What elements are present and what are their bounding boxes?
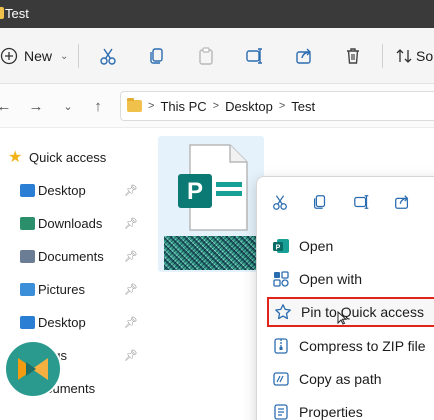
menu-item-properties[interactable]: Properties	[267, 397, 434, 420]
share-icon[interactable]	[391, 191, 413, 213]
folder-icon	[0, 7, 4, 19]
back-arrow-icon[interactable]: ←	[0, 96, 14, 116]
sidebar-item-quick-access[interactable]: ★ Quick access	[0, 142, 142, 172]
chevron-right-icon: >	[278, 100, 286, 112]
pin-icon[interactable]: 📌︎	[124, 250, 138, 263]
copy-icon[interactable]	[309, 191, 331, 213]
pin-icon[interactable]: 📌︎	[124, 184, 138, 197]
plus-circle-icon	[0, 47, 18, 65]
menu-item-label: Open with	[299, 271, 363, 287]
menu-item-label: Copy as path	[299, 371, 382, 387]
sidebar-item-documents[interactable]: Documents 📌︎	[0, 241, 142, 271]
menu-item-pin-to-quick-access[interactable]: Pin to Quick access	[267, 297, 434, 327]
downloads-folder-icon	[20, 216, 35, 230]
chevron-right-icon: >	[212, 100, 220, 112]
sidebar-item-desktop-2[interactable]: Desktop 📌︎	[0, 307, 142, 337]
breadcrumb-desktop[interactable]: Desktop	[225, 99, 273, 114]
chevron-right-icon: >	[148, 100, 155, 112]
properties-icon	[271, 402, 291, 420]
rename-icon[interactable]	[243, 44, 267, 68]
menu-item-open-with[interactable]: Open with	[267, 264, 434, 294]
folder-icon	[127, 98, 142, 112]
menu-item-label: Pin to Quick access	[301, 304, 424, 320]
desktop-folder-icon	[20, 183, 35, 197]
menu-item-compress-zip[interactable]: Compress to ZIP file	[267, 331, 434, 361]
selected-file-item[interactable]: P	[158, 136, 264, 272]
share-icon[interactable]	[292, 44, 316, 68]
menu-item-copy-as-path[interactable]: Copy as path	[267, 364, 434, 394]
sort-button-label: So	[416, 48, 434, 64]
sort-icon	[396, 49, 412, 63]
sidebar-item-label: Downloads	[38, 215, 103, 231]
desktop-folder-icon	[20, 315, 35, 329]
forward-arrow-icon[interactable]: →	[26, 96, 46, 116]
cut-icon[interactable]	[269, 191, 291, 213]
pin-icon[interactable]: 📌︎	[124, 316, 138, 329]
sidebar-item-label: Quick access	[29, 149, 107, 165]
breadcrumb-this-pc[interactable]: This PC	[160, 99, 206, 114]
command-bar: New ⌄ So	[0, 28, 434, 84]
sidebar-item-desktop[interactable]: Desktop 📌︎	[0, 175, 142, 205]
navigation-row: ← → ⌄ ↑ > This PC > Desktop > Test	[0, 84, 434, 128]
star-icon: ★	[8, 149, 23, 166]
rename-icon[interactable]	[351, 191, 373, 213]
pin-icon[interactable]: 📌︎	[124, 349, 138, 362]
copy-icon[interactable]	[145, 44, 169, 68]
watermark-logo	[4, 340, 62, 398]
copy-path-icon	[271, 369, 291, 389]
publisher-app-icon: P	[271, 236, 291, 256]
mouse-cursor-icon	[337, 310, 348, 328]
delete-icon[interactable]	[341, 44, 365, 68]
up-arrow-icon[interactable]: ↑	[88, 96, 108, 116]
pin-icon[interactable]: 📌︎	[124, 283, 138, 296]
publisher-file-icon: P	[178, 144, 248, 231]
sidebar-item-downloads[interactable]: Downloads 📌︎	[0, 208, 142, 238]
sort-button[interactable]: So	[396, 44, 433, 68]
menu-item-label: Open	[299, 238, 334, 254]
pin-icon[interactable]: 📌︎	[124, 217, 138, 230]
pictures-folder-icon	[20, 282, 35, 296]
sidebar-item-pictures[interactable]: Pictures 📌︎	[0, 274, 142, 304]
chevron-down-icon: ⌄	[60, 50, 69, 62]
title-bar: Test	[0, 0, 434, 28]
sidebar-item-label: Documents	[38, 248, 104, 264]
new-button[interactable]: New ⌄	[0, 42, 68, 70]
context-menu: P Open Open with Pin to Quick access Com…	[256, 176, 434, 420]
recent-locations-chevron-icon[interactable]: ⌄	[58, 96, 78, 116]
publisher-letter: P	[187, 178, 203, 205]
sidebar-item-label: Desktop	[38, 182, 86, 198]
svg-text:P: P	[276, 245, 281, 252]
context-quick-actions	[257, 177, 434, 225]
menu-item-open[interactable]: P Open	[267, 231, 434, 261]
address-bar[interactable]: > This PC > Desktop > Test	[120, 91, 434, 121]
documents-folder-icon	[20, 249, 35, 263]
new-button-label: New	[24, 48, 53, 64]
sidebar-item-label: Pictures	[38, 281, 85, 297]
zip-icon	[271, 336, 291, 356]
sidebar-item-label: Desktop	[38, 314, 86, 330]
cut-icon[interactable]	[96, 44, 120, 68]
divider	[78, 44, 79, 68]
open-with-icon	[271, 269, 291, 289]
star-outline-icon	[273, 302, 293, 322]
breadcrumb-test[interactable]: Test	[291, 99, 315, 114]
window-title: Test	[5, 6, 29, 21]
obscured-file-name	[164, 236, 258, 270]
paste-icon[interactable]	[194, 44, 218, 68]
menu-item-label: Compress to ZIP file	[299, 338, 426, 354]
divider	[382, 44, 383, 68]
menu-item-label: Properties	[299, 404, 363, 420]
